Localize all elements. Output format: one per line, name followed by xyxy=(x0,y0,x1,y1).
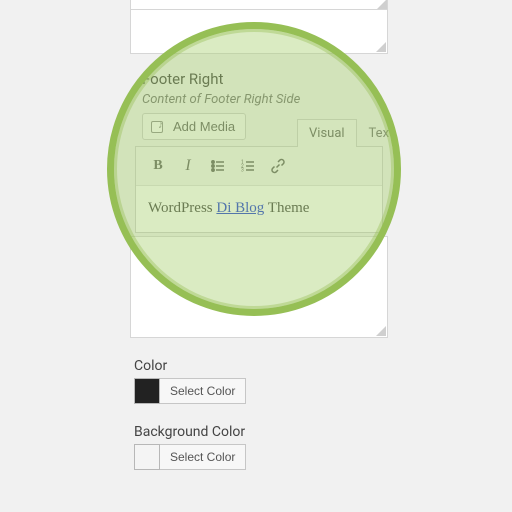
section-title: Footer Right xyxy=(142,70,223,88)
editor-text-post: Theme xyxy=(264,200,309,216)
bold-button[interactable]: B xyxy=(144,153,172,179)
textarea-stub-mid[interactable] xyxy=(130,10,388,54)
bullet-list-icon xyxy=(210,158,226,174)
editor-link[interactable]: Di Blog xyxy=(216,200,264,216)
editor-toolbar: B I 1 2 3 xyxy=(136,147,382,186)
color-label: Color xyxy=(134,358,167,374)
editor-tabs: Visual Text xyxy=(297,119,405,147)
link-button[interactable] xyxy=(264,153,292,179)
bulleted-list-button[interactable] xyxy=(204,153,232,179)
textarea-under-editor[interactable] xyxy=(130,236,388,338)
add-media-button[interactable]: Add Media xyxy=(142,113,246,140)
section-description: Content of Footer Right Side xyxy=(142,92,300,107)
tab-text[interactable]: Text xyxy=(357,119,406,147)
color-picker-row: Select Color xyxy=(134,378,246,404)
number-list-icon: 1 2 3 xyxy=(240,158,256,174)
textarea-stub-top xyxy=(130,0,388,10)
svg-text:3: 3 xyxy=(241,168,244,174)
select-color-button[interactable]: Select Color xyxy=(160,378,246,404)
background-color-swatch[interactable] xyxy=(134,444,160,470)
media-icon xyxy=(151,120,167,134)
wysiwyg-editor: B I 1 2 3 WordPress Di Blog Theme xyxy=(135,146,383,233)
numbered-list-button[interactable]: 1 2 3 xyxy=(234,153,262,179)
editor-text-pre: WordPress xyxy=(148,200,216,216)
link-icon xyxy=(270,158,286,174)
select-background-color-button[interactable]: Select Color xyxy=(160,444,246,470)
color-swatch[interactable] xyxy=(134,378,160,404)
italic-button[interactable]: I xyxy=(174,153,202,179)
editor-content[interactable]: WordPress Di Blog Theme xyxy=(136,186,382,232)
add-media-label: Add Media xyxy=(173,119,235,134)
tab-visual[interactable]: Visual xyxy=(297,119,357,147)
background-color-label: Background Color xyxy=(134,424,245,440)
background-color-picker-row: Select Color xyxy=(134,444,246,470)
